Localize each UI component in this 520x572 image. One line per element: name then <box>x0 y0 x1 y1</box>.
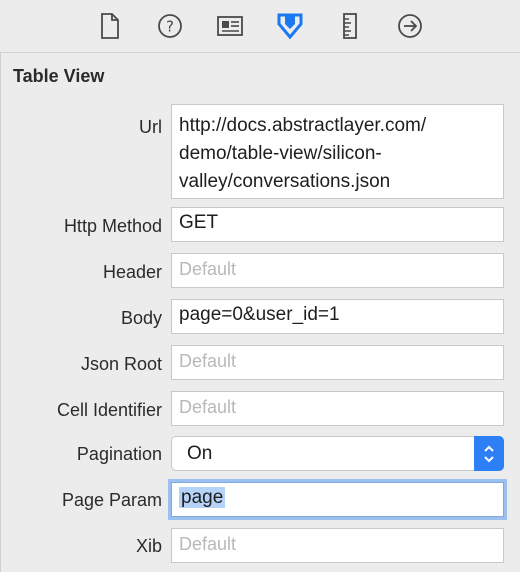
header-field[interactable]: Default <box>171 253 504 288</box>
body-field[interactable]: page=0&user_id=1 <box>171 299 504 334</box>
pagination-select[interactable]: On <box>171 436 504 471</box>
cell-identifier-label: Cell Identifier <box>56 400 162 420</box>
size-inspector-tab[interactable] <box>334 10 366 42</box>
quick-help-tab[interactable]: ? <box>154 10 186 42</box>
xib-field[interactable]: Default <box>171 528 504 563</box>
help-icon: ? <box>158 14 182 38</box>
body-label: Body <box>120 308 162 328</box>
http-method-label: Http Method <box>63 216 162 236</box>
pagination-label: Pagination <box>76 444 162 464</box>
pagination-selected-value: On <box>187 443 213 464</box>
chevron-up-down-icon <box>484 445 494 462</box>
url-value-line-3: valley/conversations.json <box>179 171 391 192</box>
svg-text:?: ? <box>166 18 174 36</box>
cell-identifier-field[interactable]: Default <box>171 391 504 426</box>
pagination-stepper[interactable] <box>474 436 504 471</box>
json-root-label: Json Root <box>80 354 162 374</box>
inspector-toolbar: ? <box>0 0 520 53</box>
file-inspector-tab[interactable] <box>94 10 126 42</box>
http-method-field[interactable]: GET <box>171 207 504 242</box>
page-param-selected-text: page <box>179 487 226 508</box>
attributes-inspector-tab[interactable] <box>274 10 306 42</box>
url-value-line-2: demo/table-view/silicon- <box>179 143 382 164</box>
url-value-line-1: http://docs.abstractlayer.com/ <box>179 115 427 136</box>
identity-inspector-tab[interactable] <box>214 10 246 42</box>
page-param-field[interactable]: page <box>171 482 504 517</box>
url-field[interactable]: http://docs.abstractlayer.com/ demo/tabl… <box>171 104 504 199</box>
xib-label: Xib <box>135 536 162 556</box>
connections-arrow-icon <box>398 14 422 38</box>
page-param-label: Page Param <box>61 490 162 510</box>
ruler-icon <box>343 13 357 39</box>
identity-card-icon <box>217 16 243 36</box>
file-icon <box>101 13 119 39</box>
url-label: Url <box>139 117 162 137</box>
attributes-icon <box>277 13 303 40</box>
header-label: Header <box>102 262 162 282</box>
section-title: Table View <box>13 66 105 86</box>
connections-inspector-tab[interactable] <box>394 10 426 42</box>
json-root-field[interactable]: Default <box>171 345 504 380</box>
panel-border <box>0 52 1 572</box>
